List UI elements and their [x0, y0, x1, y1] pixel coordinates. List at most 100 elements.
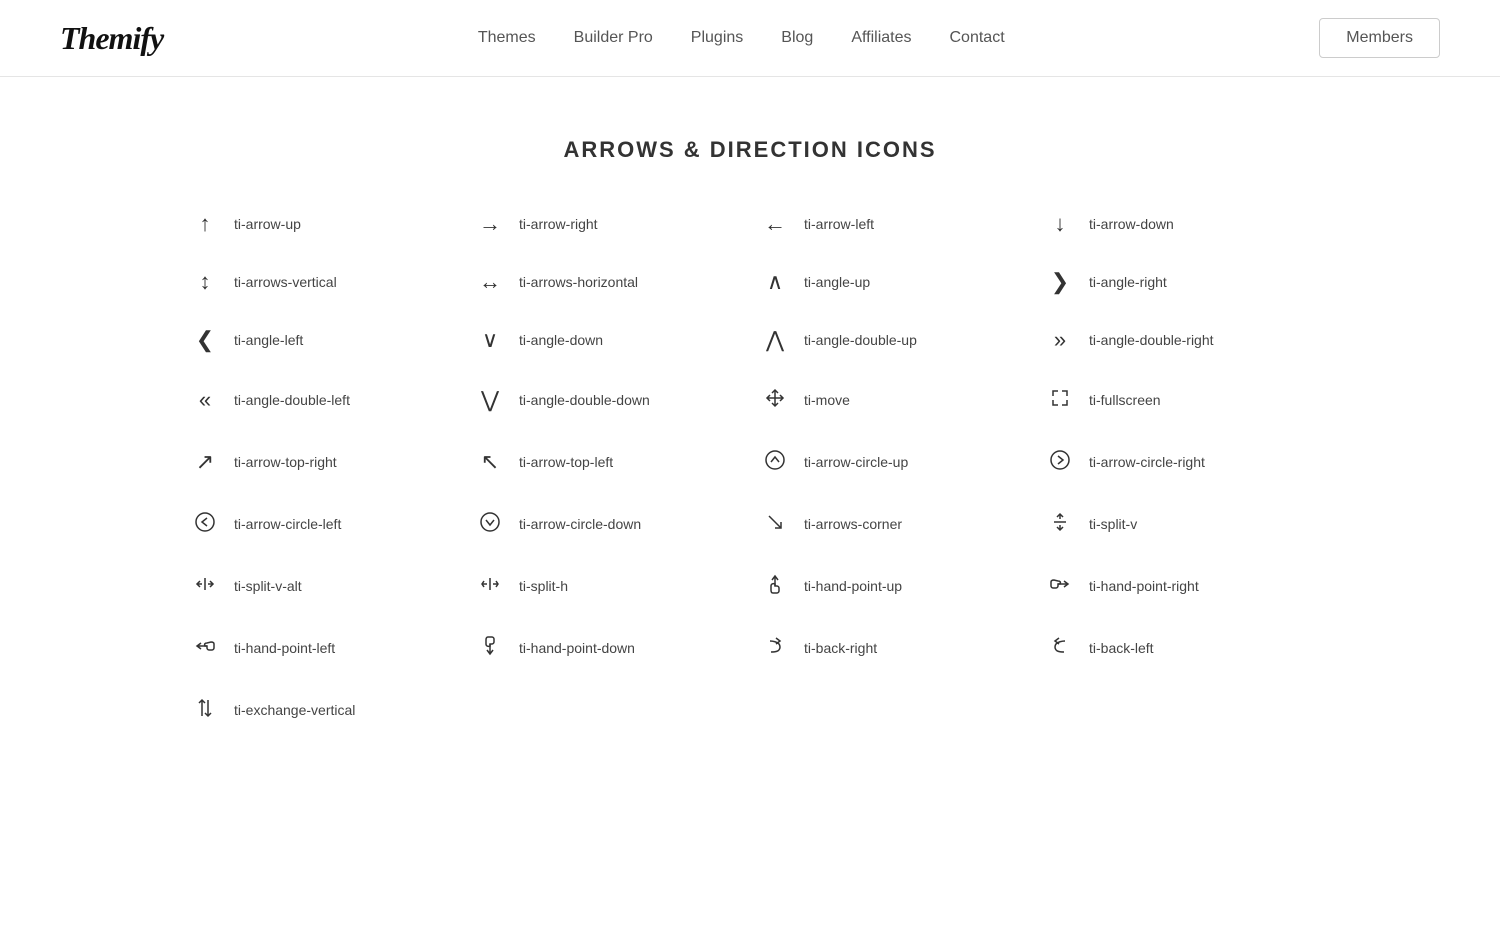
icon-item-ti-back-left: ti-back-left: [1045, 635, 1310, 661]
icon-item-ti-arrow-circle-left: ti-arrow-circle-left: [190, 511, 455, 537]
ti-fullscreen-icon: [1045, 387, 1075, 413]
ti-move-label: ti-move: [804, 392, 850, 408]
ti-angle-left-icon: ❮: [190, 329, 220, 351]
icon-item-ti-angle-right: ❯ ti-angle-right: [1045, 271, 1310, 293]
ti-hand-point-left-label: ti-hand-point-left: [234, 640, 335, 656]
ti-angle-double-up-icon: ⋀: [760, 329, 790, 351]
ti-arrow-right-label: ti-arrow-right: [519, 216, 598, 232]
icon-item-ti-arrows-corner: ti-arrows-corner: [760, 511, 1025, 537]
ti-angle-down-label: ti-angle-down: [519, 332, 603, 348]
icon-item-ti-arrows-vertical: ↕ti-arrows-vertical: [190, 271, 455, 293]
ti-hand-point-left-icon: [190, 635, 220, 661]
ti-angle-double-right-label: ti-angle-double-right: [1089, 332, 1214, 348]
ti-split-v-label: ti-split-v: [1089, 516, 1137, 532]
icon-item-ti-fullscreen: ti-fullscreen: [1045, 387, 1310, 413]
ti-exchange-vertical-label: ti-exchange-vertical: [234, 702, 355, 718]
ti-split-h-icon: [475, 573, 505, 599]
icon-item-ti-exchange-vertical: ti-exchange-vertical: [190, 697, 455, 723]
icon-item-ti-angle-double-right: » ti-angle-double-right: [1045, 329, 1310, 351]
ti-hand-point-up-icon: [760, 573, 790, 599]
page-title: ARROWS & DIRECTION ICONS: [190, 137, 1310, 163]
ti-arrow-circle-down-label: ti-arrow-circle-down: [519, 516, 641, 532]
icon-item-ti-hand-point-right: ti-hand-point-right: [1045, 573, 1310, 599]
ti-arrow-circle-left-icon: [190, 511, 220, 537]
members-button[interactable]: Members: [1319, 18, 1440, 58]
ti-angle-down-icon: ∨: [475, 329, 505, 351]
ti-arrow-left-icon: ←: [760, 213, 790, 235]
ti-angle-double-right-icon: »: [1045, 329, 1075, 351]
icon-item-ti-split-v-alt: ti-split-v-alt: [190, 573, 455, 599]
icon-item-ti-arrow-top-left: ↖ ti-arrow-top-left: [475, 449, 740, 475]
ti-arrow-top-left-label: ti-arrow-top-left: [519, 454, 613, 470]
ti-arrow-circle-down-icon: [475, 511, 505, 537]
icon-item-ti-hand-point-left: ti-hand-point-left: [190, 635, 455, 661]
icon-item-ti-move: ti-move: [760, 387, 1025, 413]
icon-item-ti-arrow-circle-right: ti-arrow-circle-right: [1045, 449, 1310, 475]
icon-item-ti-angle-double-left: « ti-angle-double-left: [190, 387, 455, 413]
ti-move-icon: [760, 387, 790, 413]
ti-arrow-left-label: ti-arrow-left: [804, 216, 874, 232]
ti-angle-right-label: ti-angle-right: [1089, 274, 1167, 290]
ti-split-v-alt-icon: [190, 573, 220, 599]
ti-exchange-vertical-icon: [190, 697, 220, 723]
icon-item-ti-hand-point-down: ti-hand-point-down: [475, 635, 740, 661]
ti-split-h-label: ti-split-h: [519, 578, 568, 594]
ti-angle-double-down-label: ti-angle-double-down: [519, 392, 650, 408]
ti-hand-point-down-icon: [475, 635, 505, 661]
nav-item-blog[interactable]: Blog: [781, 29, 813, 47]
nav-links: Themes Builder Pro Plugins Blog Affiliat…: [478, 29, 1005, 47]
ti-angle-up-icon: ∧: [760, 271, 790, 293]
icon-item-ti-arrows-horizontal: ↔ti-arrows-horizontal: [475, 271, 740, 293]
icon-item-ti-angle-down: ∨ ti-angle-down: [475, 329, 740, 351]
icon-item-ti-arrow-down: ↓ ti-arrow-down: [1045, 213, 1310, 235]
icon-item-ti-angle-left: ❮ ti-angle-left: [190, 329, 455, 351]
ti-hand-point-up-label: ti-hand-point-up: [804, 578, 902, 594]
ti-angle-double-left-icon: «: [190, 389, 220, 411]
logo[interactable]: Themify: [60, 20, 163, 57]
ti-arrow-down-label: ti-arrow-down: [1089, 216, 1174, 232]
ti-hand-point-down-label: ti-hand-point-down: [519, 640, 635, 656]
ti-back-right-label: ti-back-right: [804, 640, 877, 656]
icon-item-ti-arrow-top-right: ↗ ti-arrow-top-right: [190, 449, 455, 475]
ti-back-left-label: ti-back-left: [1089, 640, 1154, 656]
icon-item-ti-hand-point-up: ti-hand-point-up: [760, 573, 1025, 599]
ti-arrows-corner-label: ti-arrows-corner: [804, 516, 902, 532]
ti-arrow-down-icon: ↓: [1045, 213, 1075, 235]
nav-item-builder-pro[interactable]: Builder Pro: [574, 29, 653, 47]
nav-item-themes[interactable]: Themes: [478, 29, 536, 47]
main-content: ARROWS & DIRECTION ICONS ↑ ti-arrow-up → ti…: [150, 77, 1350, 803]
icon-item-ti-arrow-up: ↑ ti-arrow-up: [190, 213, 455, 235]
ti-arrow-up-icon: ↑: [190, 213, 220, 235]
ti-arrow-right-icon: →: [475, 213, 505, 235]
icon-item-ti-arrow-right: → ti-arrow-right: [475, 213, 740, 235]
icon-item-ti-angle-up: ∧ti-angle-up: [760, 271, 1025, 293]
nav-item-plugins[interactable]: Plugins: [691, 29, 743, 47]
ti-arrows-corner-icon: [760, 511, 790, 537]
icon-item-ti-angle-double-up: ⋀ ti-angle-double-up: [760, 329, 1025, 351]
ti-split-v-icon: [1045, 511, 1075, 537]
icon-item-ti-back-right: ti-back-right: [760, 635, 1025, 661]
ti-arrow-top-left-icon: ↖: [475, 451, 505, 473]
ti-angle-left-label: ti-angle-left: [234, 332, 303, 348]
ti-arrows-vertical-label: ti-arrows-vertical: [234, 274, 337, 290]
icon-item-ti-arrow-left: ← ti-arrow-left: [760, 213, 1025, 235]
ti-back-right-icon: [760, 635, 790, 661]
ti-arrow-circle-right-label: ti-arrow-circle-right: [1089, 454, 1205, 470]
icon-item-ti-arrow-circle-up: ti-arrow-circle-up: [760, 449, 1025, 475]
ti-angle-right-icon: ❯: [1045, 271, 1075, 293]
nav-item-affiliates[interactable]: Affiliates: [851, 29, 911, 47]
ti-hand-point-right-label: ti-hand-point-right: [1089, 578, 1199, 594]
ti-back-left-icon: [1045, 635, 1075, 661]
ti-fullscreen-label: ti-fullscreen: [1089, 392, 1161, 408]
ti-angle-double-up-label: ti-angle-double-up: [804, 332, 917, 348]
ti-arrow-circle-up-icon: [760, 449, 790, 475]
ti-arrow-circle-up-label: ti-arrow-circle-up: [804, 454, 908, 470]
ti-angle-double-down-icon: ⋁: [475, 389, 505, 411]
main-nav: Themify Themes Builder Pro Plugins Blog …: [0, 0, 1500, 77]
ti-arrow-up-label: ti-arrow-up: [234, 216, 301, 232]
ti-arrow-top-right-icon: ↗: [190, 451, 220, 473]
nav-item-contact[interactable]: Contact: [950, 29, 1005, 47]
ti-arrow-top-right-label: ti-arrow-top-right: [234, 454, 337, 470]
ti-angle-double-left-label: ti-angle-double-left: [234, 392, 350, 408]
ti-arrows-horizontal-icon: ↔: [475, 271, 505, 293]
